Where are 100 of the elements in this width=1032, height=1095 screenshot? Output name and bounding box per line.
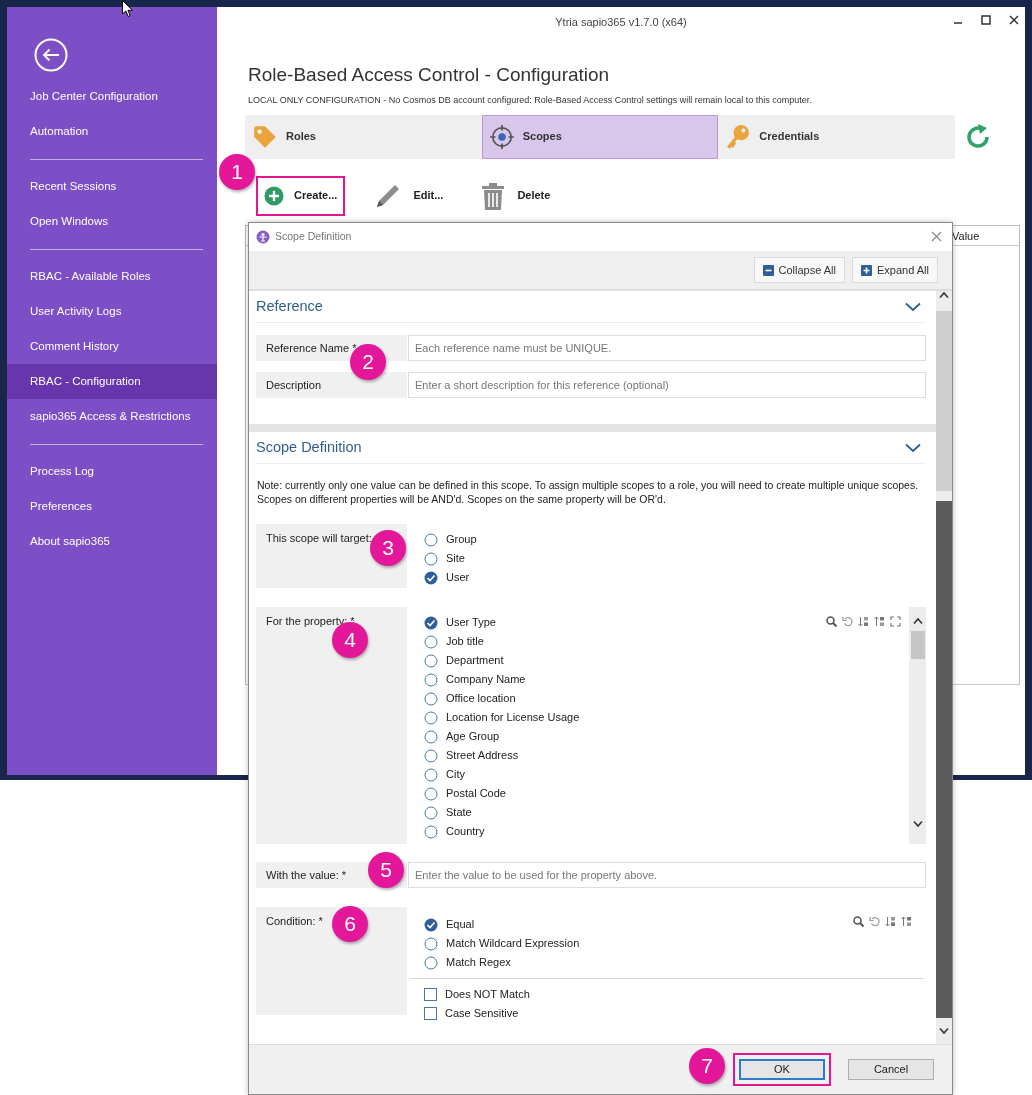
tab[interactable]: Scopes xyxy=(481,114,719,159)
radio-button[interactable] xyxy=(424,936,438,951)
radio-button[interactable] xyxy=(424,551,438,566)
option-label[interactable]: User Type xyxy=(446,614,496,631)
field-label: Condition: * xyxy=(266,915,323,927)
tab[interactable]: Credentials xyxy=(718,114,955,159)
radio-button[interactable] xyxy=(424,748,438,763)
sort-ascending-icon[interactable] xyxy=(885,916,896,927)
option-label[interactable]: Group xyxy=(446,531,477,548)
option-label[interactable]: Age Group xyxy=(446,728,500,745)
column-header: Value xyxy=(952,229,980,242)
window-title: Ytria sapio365 v1.7.0 (x64) xyxy=(555,14,687,30)
sidebar-item[interactable]: Automation xyxy=(7,114,217,149)
option-label[interactable]: Match Regex xyxy=(446,954,511,971)
field-label: With the value: * xyxy=(266,869,347,881)
checkbox[interactable] xyxy=(424,988,437,1001)
option-label[interactable]: Match Wildcard Expression xyxy=(446,935,580,952)
sort-descending-icon[interactable] xyxy=(901,916,912,927)
sidebar-item[interactable]: Preferences xyxy=(7,489,217,524)
radio-button[interactable] xyxy=(424,955,438,970)
radio-button[interactable] xyxy=(424,570,438,585)
collapse-button[interactable]: Collapse All xyxy=(753,257,845,283)
page-title: Role-Based Access Control - Configuration xyxy=(248,63,611,87)
sidebar-item[interactable]: Comment History xyxy=(7,329,217,364)
radio-button[interactable] xyxy=(424,917,438,932)
radio-button[interactable] xyxy=(424,710,438,725)
radio-button[interactable] xyxy=(424,634,438,649)
sidebar-item[interactable]: Job Center Configuration xyxy=(7,79,217,114)
radio-button[interactable] xyxy=(424,532,438,547)
sidebar-item[interactable]: User Activity Logs xyxy=(7,294,217,329)
input-field[interactable]: Enter the value to be used for the property above. xyxy=(408,862,926,888)
close-icon[interactable] xyxy=(1009,15,1019,25)
option-label[interactable]: Country xyxy=(446,823,485,840)
expand-button[interactable]: Expand All xyxy=(852,257,938,283)
field-label: This scope will target: xyxy=(266,532,372,544)
note-text: Note: currently only one value can be defined in this scope. To assign multiple scopes to a role, you will need to create multiple unique scopes. Scopes on different properties will be AND'd. Scopes on the same property will be OR'd. xyxy=(256,478,920,506)
field-label: Description xyxy=(266,379,322,391)
option-label[interactable]: Office location xyxy=(446,690,516,707)
radio-button[interactable] xyxy=(424,691,438,706)
radio-button[interactable] xyxy=(424,786,438,801)
scrollbar[interactable] xyxy=(909,607,926,844)
cursor-icon xyxy=(122,0,134,18)
dialog-title: Scope Definition xyxy=(275,229,352,245)
sidebar-item[interactable]: sapio365 Access & Restrictions xyxy=(7,399,217,434)
radio-button[interactable] xyxy=(424,615,438,630)
sort-ascending-icon[interactable] xyxy=(858,616,869,627)
option-label[interactable]: State xyxy=(446,804,472,821)
option-label[interactable]: Department xyxy=(446,652,504,669)
option-label[interactable]: Case Sensitive xyxy=(445,1005,519,1022)
radio-button[interactable] xyxy=(424,805,438,820)
search-icon[interactable] xyxy=(853,916,864,927)
maximize-icon[interactable] xyxy=(981,15,991,25)
fullscreen-icon[interactable] xyxy=(890,616,901,627)
chevron-icon[interactable] xyxy=(905,442,921,453)
option-label[interactable]: Site xyxy=(446,550,465,567)
plus-icon xyxy=(264,185,284,206)
option-label[interactable]: User xyxy=(446,569,470,586)
toolbar-button[interactable]: Create... xyxy=(256,175,346,216)
radio-button[interactable] xyxy=(424,653,438,668)
toolbar-button[interactable]: Edit... xyxy=(365,170,452,221)
minus-icon xyxy=(762,264,774,276)
option-label[interactable]: Company Name xyxy=(446,671,526,688)
sidebar-item[interactable]: Process Log xyxy=(7,454,217,489)
ok-button[interactable]: OK xyxy=(733,1053,831,1086)
option-label[interactable]: Postal Code xyxy=(446,785,506,802)
field-label: For the property: * xyxy=(266,615,355,627)
sidebar-item[interactable]: Open Windows xyxy=(7,204,217,239)
scroll-thumb[interactable] xyxy=(910,631,925,659)
option-label[interactable]: Location for License Usage xyxy=(446,709,580,726)
plus-icon xyxy=(861,264,872,276)
scrollbar[interactable] xyxy=(936,291,952,1044)
radio-button[interactable] xyxy=(424,767,438,782)
sidebar-item[interactable]: Recent Sessions xyxy=(7,169,217,204)
sidebar-item[interactable]: RBAC - Configuration xyxy=(7,364,217,399)
tag-icon xyxy=(252,123,278,150)
option-label[interactable]: Street Address xyxy=(446,747,519,764)
search-icon[interactable] xyxy=(826,616,837,627)
input-field[interactable]: Each reference name must be UNIQUE. xyxy=(408,335,926,361)
option-label[interactable]: Equal xyxy=(446,916,475,933)
sidebar-item[interactable]: RBAC - Available Roles xyxy=(7,259,217,294)
radio-button[interactable] xyxy=(424,824,438,839)
undo-icon[interactable] xyxy=(842,616,853,627)
sort-descending-icon[interactable] xyxy=(874,616,885,627)
radio-button[interactable] xyxy=(424,672,438,687)
section-header[interactable]: Scope Definition xyxy=(256,432,926,464)
undo-icon[interactable] xyxy=(869,916,880,927)
target-icon xyxy=(488,123,515,150)
radio-button[interactable] xyxy=(424,729,438,744)
back-icon[interactable] xyxy=(34,38,68,72)
section-header[interactable]: Reference xyxy=(256,291,926,323)
checkbox[interactable] xyxy=(424,1007,437,1020)
scroll-thumb[interactable] xyxy=(936,311,952,491)
option-label[interactable]: Job title xyxy=(446,633,484,650)
section-title: Scope Definition xyxy=(256,437,362,457)
input-field[interactable]: Enter a short description for this reference (optional) xyxy=(408,372,926,398)
option-label[interactable]: City xyxy=(446,766,465,783)
toolbar-button[interactable]: Delete xyxy=(471,171,559,220)
sidebar-item[interactable]: About sapio365 xyxy=(7,524,217,559)
chevron-icon[interactable] xyxy=(905,301,921,312)
option-label[interactable]: Does NOT Match xyxy=(445,986,530,1003)
